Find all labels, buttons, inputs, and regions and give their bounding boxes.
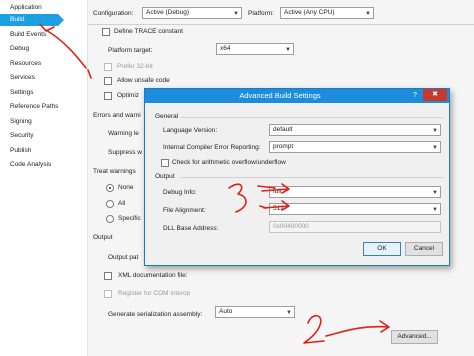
treat-warnings-heading: Treat warnings: [93, 168, 136, 175]
file-alignment-label: File Alignment:: [163, 207, 206, 214]
nav-item-build[interactable]: Build: [0, 14, 58, 26]
xml-doc-checkbox[interactable]: [104, 272, 112, 280]
language-version-select[interactable]: default ▼: [269, 124, 441, 136]
cancel-button[interactable]: Cancel: [405, 242, 443, 256]
register-com-checkbox[interactable]: [104, 290, 112, 298]
platform-select[interactable]: Active (Any CPU) ▼: [280, 7, 374, 19]
platform-target-label: Platform target:: [108, 47, 153, 54]
dll-base-label: DLL Base Address:: [163, 225, 219, 232]
register-com-label: Register for COM interop: [118, 290, 191, 297]
configuration-select[interactable]: Active (Debug) ▼: [142, 7, 242, 19]
chevron-down-icon: ▼: [432, 145, 438, 151]
optimize-label: Optimiz: [117, 92, 140, 99]
chevron-down-icon: ▼: [285, 47, 291, 53]
advanced-build-settings-dialog: Advanced Build Settings ? ✖ General Lang…: [144, 88, 450, 266]
define-trace-checkbox[interactable]: [102, 28, 110, 36]
error-reporting-label: Internal Compiler Error Reporting:: [163, 144, 261, 151]
prefer-32bit-label: Prefer 32-bit: [117, 63, 153, 70]
suppress-warnings-label: Suppress w: [108, 149, 142, 156]
error-reporting-value: prompt: [273, 143, 294, 150]
treat-all-radio[interactable]: [106, 200, 114, 208]
debug-info-select[interactable]: full ▼: [269, 186, 441, 198]
platform-value: Active (Any CPU): [284, 9, 335, 16]
chevron-down-icon: ▼: [286, 310, 292, 316]
chevron-down-icon: ▼: [233, 11, 239, 17]
help-icon[interactable]: ?: [409, 91, 421, 101]
serialization-select[interactable]: Auto ▼: [215, 306, 295, 318]
chevron-down-icon: ▼: [432, 207, 438, 213]
serialization-value: Auto: [219, 308, 233, 315]
nav-item-signing[interactable]: Signing: [0, 116, 70, 128]
allow-unsafe-label: Allow unsafe code: [117, 77, 170, 84]
define-trace-label: Define TRACE constant: [114, 28, 183, 35]
output-heading: Output: [93, 234, 113, 241]
output-group-line: [181, 177, 443, 178]
ok-button[interactable]: OK: [363, 242, 401, 256]
errors-warnings-heading: Errors and warni: [93, 112, 141, 119]
nav-item-reference-paths[interactable]: Reference Paths: [0, 101, 70, 113]
platform-target-select[interactable]: x64 ▼: [216, 43, 294, 55]
error-reporting-select[interactable]: prompt ▼: [269, 141, 441, 153]
dialog-title: Advanced Build Settings: [239, 91, 321, 100]
dll-base-value: 0x00400000: [273, 223, 309, 230]
platform-label: Platform:: [248, 10, 275, 17]
selected-pointer-icon: [58, 14, 64, 26]
nav-item-security[interactable]: Security: [0, 130, 70, 142]
treat-specific-label: Specific: [118, 215, 141, 222]
dialog-titlebar[interactable]: Advanced Build Settings ? ✖: [145, 89, 449, 103]
dialog-general-heading: General: [155, 113, 179, 120]
debug-info-label: Debug Info:: [163, 189, 197, 196]
language-version-label: Language Version:: [163, 127, 218, 134]
chevron-down-icon: ▼: [432, 190, 438, 196]
nav-item-code-analysis[interactable]: Code Analysis: [0, 159, 70, 171]
configuration-label: Configuration:: [93, 10, 134, 17]
config-divider: [88, 24, 474, 25]
dialog-output-heading: Output: [155, 173, 175, 180]
overflow-checkbox[interactable]: [161, 159, 169, 167]
language-version-value: default: [273, 126, 293, 133]
serialization-label: Generate serialization assembly:: [108, 311, 203, 318]
nav-item-services[interactable]: Services: [0, 72, 70, 84]
allow-unsafe-checkbox[interactable]: [104, 77, 112, 85]
nav-item-application[interactable]: Application: [0, 2, 70, 14]
file-alignment-value: 512: [273, 205, 284, 212]
warning-level-label: Warning le: [108, 130, 139, 137]
project-properties-nav: Application Build Build Events Debug Res…: [0, 0, 88, 356]
file-alignment-select[interactable]: 512 ▼: [269, 203, 441, 215]
treat-specific-radio[interactable]: [106, 215, 114, 223]
treat-none-label: None: [118, 184, 134, 191]
platform-target-value: x64: [220, 45, 231, 52]
general-group-line: [181, 117, 443, 118]
advanced-button[interactable]: Advanced...: [391, 330, 438, 344]
debug-info-value: full: [273, 188, 282, 195]
configuration-value: Active (Debug): [146, 9, 189, 16]
optimize-checkbox[interactable]: [104, 92, 112, 100]
close-icon[interactable]: ✖: [423, 89, 447, 101]
nav-item-settings[interactable]: Settings: [0, 87, 70, 99]
nav-item-publish[interactable]: Publish: [0, 145, 70, 157]
prefer-32bit-checkbox[interactable]: [104, 63, 112, 71]
dll-base-field[interactable]: 0x00400000: [269, 221, 441, 233]
overflow-label: Check for arithmetic overflow/underflow: [172, 159, 286, 166]
chevron-down-icon: ▼: [365, 11, 371, 17]
chevron-down-icon: ▼: [432, 128, 438, 134]
nav-item-debug[interactable]: Debug: [0, 43, 70, 55]
treat-all-label: All: [118, 200, 126, 207]
nav-item-build-events[interactable]: Build Events: [0, 29, 70, 41]
nav-item-resources[interactable]: Resources: [0, 58, 70, 70]
output-path-label: Output pat: [108, 254, 139, 261]
xml-doc-label: XML documentation file:: [118, 272, 188, 279]
treat-none-radio[interactable]: [106, 184, 114, 192]
